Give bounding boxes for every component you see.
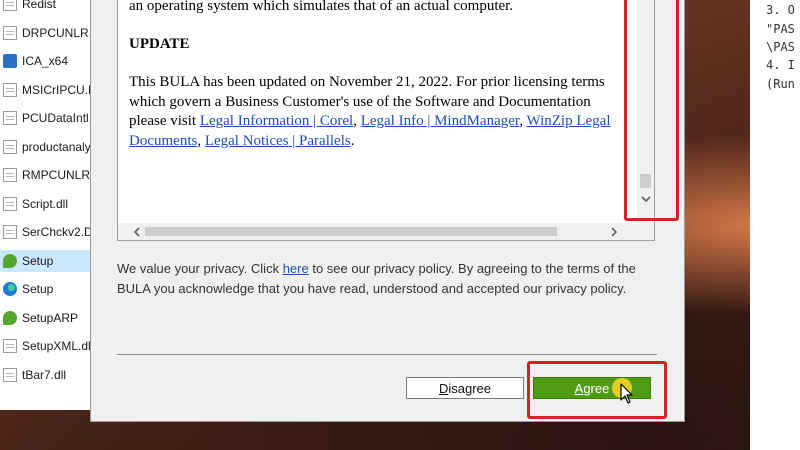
document-icon [3, 196, 17, 211]
link-corel-legal[interactable]: Legal Information | Corel [200, 113, 353, 129]
license-text-box[interactable]: an operating system which simulates that… [117, 0, 655, 241]
file-item[interactable]: RMPCUNLR. [0, 164, 92, 186]
link-mindmanager-legal[interactable]: Legal Info | MindManager [361, 113, 520, 129]
file-name: PCUDataIntl. [22, 111, 92, 125]
text-editor-panel: 3. O "PAS \PAS 4. I (Run [750, 0, 800, 450]
document-icon [3, 367, 17, 382]
file-item[interactable]: DRPCUNLR.d [0, 22, 92, 44]
file-name: Redist [22, 0, 57, 11]
separator: , [353, 113, 361, 129]
horizontal-scroll-thumb[interactable] [145, 227, 557, 236]
scroll-right-arrow-icon[interactable] [606, 223, 623, 240]
file-item[interactable]: productanaly [0, 136, 92, 158]
document-icon [3, 225, 17, 239]
document-icon [3, 139, 17, 154]
vertical-scrollbar[interactable] [637, 0, 654, 223]
disagree-label: Disagree [438, 380, 492, 396]
editor-line: 3. O [766, 3, 795, 17]
vertical-scroll-thumb[interactable] [640, 174, 651, 188]
file-name: Setup [22, 253, 54, 268]
privacy-text: We value your privacy. Click [117, 261, 283, 276]
document-icon [3, 168, 17, 182]
edge-browser-icon [3, 282, 17, 296]
scrollbar-corner [637, 223, 654, 240]
agree-label: Agree [574, 380, 610, 396]
file-item[interactable]: Redist [0, 0, 92, 15]
file-name: productanaly [22, 139, 91, 154]
privacy-notice: We value your privacy. Click here to see… [117, 259, 662, 298]
file-name: MSICrIPCU.D [22, 82, 92, 97]
file-name: SerChckv2.D [22, 225, 92, 239]
license-heading: UPDATE [129, 36, 190, 52]
file-name: tBar7.dll [22, 367, 67, 382]
file-item[interactable]: SerChckv2.D [0, 221, 92, 243]
disagree-button[interactable]: Disagree [406, 377, 524, 399]
separator: , [519, 113, 527, 129]
paragraph-end: . [350, 132, 355, 149]
config-icon [3, 54, 17, 68]
file-name: RMPCUNLR. [22, 168, 92, 182]
setup-app-icon [3, 253, 17, 268]
file-name: ICA_x64 [22, 54, 69, 68]
file-name: SetupXML.dl [22, 339, 91, 353]
editor-line: "PAS [766, 22, 795, 36]
file-item[interactable]: Setup [0, 249, 92, 272]
document-icon [3, 0, 17, 11]
document-icon [3, 111, 17, 125]
license-update-paragraph: This BULA has been updated on November 2… [129, 73, 624, 151]
file-name: Script.dll [22, 196, 69, 211]
privacy-policy-link[interactable]: here [283, 261, 309, 276]
document-icon [3, 82, 17, 97]
setup-app-icon [3, 310, 17, 325]
file-item[interactable]: Setup [0, 278, 92, 300]
divider [117, 354, 657, 355]
file-item[interactable]: MSICrIPCU.D [0, 79, 92, 101]
license-dialog: an operating system which simulates that… [90, 0, 685, 422]
link-parallels-legal[interactable]: Legal Notices | Parallels [205, 133, 351, 149]
editor-line: \PAS [766, 40, 795, 54]
editor-line: 4. I [766, 58, 795, 72]
separator: , [197, 132, 205, 149]
document-icon [3, 25, 17, 40]
file-item[interactable]: ICA_x64 [0, 50, 92, 72]
file-item[interactable]: SetupARP [0, 307, 92, 329]
file-item[interactable]: SetupXML.dl [0, 335, 92, 357]
file-name: DRPCUNLR.d [22, 25, 92, 40]
file-item[interactable]: tBar7.dll [0, 364, 92, 386]
scroll-left-arrow-icon[interactable] [128, 223, 145, 240]
file-item[interactable]: Script.dll [0, 193, 92, 215]
file-item[interactable]: PCUDataIntl. [0, 107, 92, 129]
license-line: an operating system which simulates that… [129, 0, 514, 14]
document-icon [3, 339, 17, 353]
file-list-panel: Redist DRPCUNLR.d ICA_x64 MSICrIPCU.D PCUDat… [0, 0, 93, 410]
file-name: SetupARP [22, 310, 79, 325]
mouse-pointer-icon [620, 383, 633, 404]
editor-line: (Run [766, 77, 795, 91]
scroll-down-arrow-icon[interactable] [637, 191, 654, 207]
horizontal-scrollbar[interactable] [118, 223, 638, 240]
file-name: Setup [22, 282, 54, 296]
